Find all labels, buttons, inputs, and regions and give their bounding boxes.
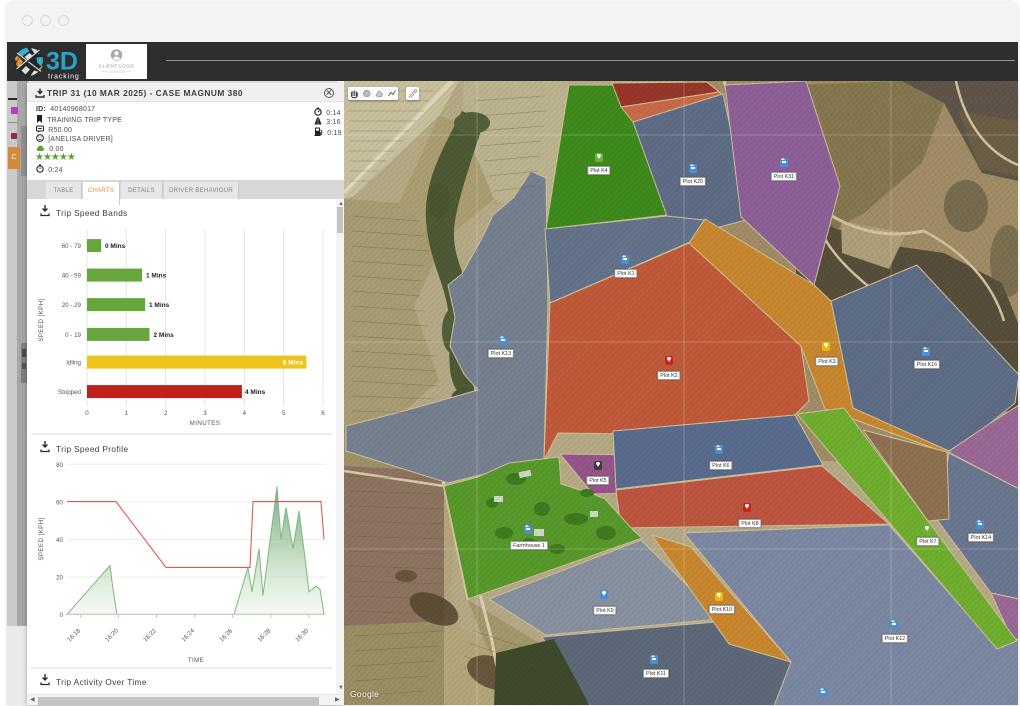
svg-text:SPEED [KPH]: SPEED [KPH]	[38, 517, 45, 560]
svg-text:16:20: 16:20	[104, 627, 120, 643]
svg-text:*** CUSTOM ***: *** CUSTOM ***	[101, 70, 131, 74]
svg-text:6 Mins: 6 Mins	[283, 360, 304, 367]
svg-text:0 - 19: 0 - 19	[65, 332, 81, 339]
svg-text:5: 5	[282, 410, 286, 417]
svg-text:16:22: 16:22	[142, 627, 158, 643]
svg-text:4 Mins: 4 Mins	[245, 389, 266, 396]
svg-text:2 Mins: 2 Mins	[154, 332, 175, 339]
svg-text:16:26: 16:26	[218, 627, 234, 643]
svg-text:MINUTES: MINUTES	[190, 420, 221, 427]
svg-text:1 Mins: 1 Mins	[146, 273, 167, 280]
svg-text:2: 2	[164, 410, 168, 417]
svg-text:20 - 29: 20 - 29	[62, 302, 82, 309]
svg-text:1: 1	[125, 410, 129, 417]
svg-text:16:30: 16:30	[294, 627, 310, 643]
svg-text:80: 80	[56, 462, 63, 469]
svg-text:TIME: TIME	[188, 657, 204, 664]
svg-text:Trip Activity Over Time: Trip Activity Over Time	[56, 678, 147, 687]
svg-text:CLIENT LOGO: CLIENT LOGO	[99, 64, 134, 69]
svg-text:3: 3	[203, 410, 207, 417]
svg-text:Trip Speed Profile: Trip Speed Profile	[56, 445, 128, 454]
svg-text:Stopped: Stopped	[58, 389, 82, 396]
svg-text:1 Mins: 1 Mins	[149, 302, 170, 309]
svg-text:16:24: 16:24	[180, 627, 196, 643]
svg-text:0: 0	[60, 612, 64, 619]
svg-text:40 - 59: 40 - 59	[62, 273, 82, 280]
svg-text:6: 6	[321, 410, 325, 417]
svg-text:4: 4	[243, 410, 247, 417]
svg-text:0 Mins: 0 Mins	[105, 243, 126, 250]
svg-text:3D: 3D	[46, 48, 78, 76]
svg-text:40: 40	[56, 537, 63, 544]
svg-text:16:28: 16:28	[256, 627, 272, 643]
svg-text:tracking: tracking	[48, 74, 80, 81]
svg-text:60: 60	[56, 500, 63, 507]
svg-text:Idling: Idling	[66, 360, 81, 367]
svg-text:60 - 79: 60 - 79	[62, 243, 82, 250]
svg-text:SPEED [KPH]: SPEED [KPH]	[38, 298, 45, 341]
svg-text:Trip Speed Bands: Trip Speed Bands	[56, 209, 128, 218]
svg-text:20: 20	[56, 575, 63, 582]
svg-text:0: 0	[85, 410, 89, 417]
svg-text:16:18: 16:18	[66, 627, 82, 643]
